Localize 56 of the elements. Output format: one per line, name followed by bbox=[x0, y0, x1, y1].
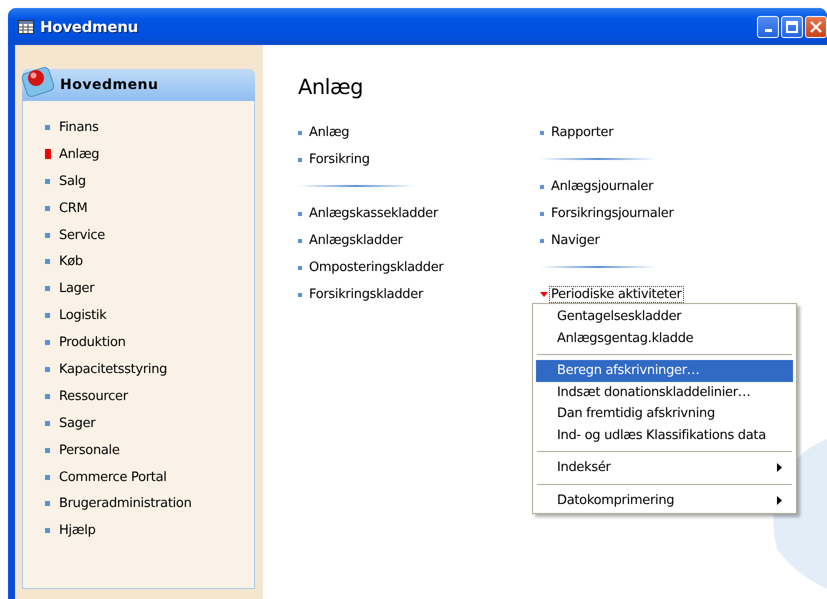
maximize-icon bbox=[786, 20, 798, 32]
menu-item[interactable]: Dan fremtidig afskrivning bbox=[536, 403, 793, 424]
sidebar-item[interactable]: Anlæg bbox=[59, 146, 100, 162]
menu-link[interactable]: Rapporter bbox=[549, 124, 616, 141]
menu-link[interactable]: Anlægskassekladder bbox=[307, 205, 440, 222]
sidebar-item[interactable]: Finans bbox=[59, 120, 99, 135]
sidebar-item[interactable]: Commerce Portal bbox=[59, 470, 167, 485]
sidebar-item[interactable]: Produktion bbox=[59, 335, 126, 350]
menu-item[interactable]: Datokomprimering bbox=[536, 490, 793, 511]
menu-item[interactable]: Indeksér bbox=[536, 457, 793, 478]
sidebar-item[interactable]: Logistik bbox=[59, 308, 106, 324]
sidebar-item[interactable]: Ressourcer bbox=[59, 388, 128, 404]
bullet-icon bbox=[298, 238, 302, 242]
sidebar-item[interactable]: CRM bbox=[59, 200, 88, 216]
sidebar-item[interactable]: Køb bbox=[59, 254, 83, 270]
menu-item[interactable]: Ind- og udlæs Klassifikations data bbox=[536, 424, 793, 446]
sidebar-item[interactable]: Salg bbox=[59, 174, 86, 189]
menu-link[interactable]: Forsikringsjournaler bbox=[549, 205, 676, 222]
menu-item[interactable]: Indsæt donationskladdelinier… bbox=[536, 382, 793, 403]
bullet-icon bbox=[298, 130, 302, 134]
bullet-icon bbox=[298, 212, 302, 216]
bullet-icon bbox=[298, 292, 302, 296]
sidebar-item[interactable]: Sager bbox=[59, 416, 96, 431]
sidebar-title: Hovedmenu bbox=[60, 77, 158, 93]
menu-item[interactable]: Gentagelseskladder bbox=[536, 306, 793, 328]
menu-link[interactable]: Naviger bbox=[549, 232, 602, 249]
sidebar-item[interactable]: Hjælp bbox=[59, 523, 96, 538]
sidebar-item[interactable]: Brugeradministration bbox=[59, 496, 192, 512]
sidebar-item[interactable]: Personale bbox=[59, 442, 120, 458]
sidebar-item[interactable]: Service bbox=[59, 228, 105, 242]
menu-item[interactable]: Beregn afskrivninger… bbox=[536, 360, 793, 382]
page-title: Anlæg bbox=[298, 75, 363, 99]
bullet-icon bbox=[298, 158, 302, 162]
menu-link[interactable]: Anlægskladder bbox=[307, 232, 405, 249]
menu-item[interactable]: Anlægsgentag.kladde bbox=[536, 328, 793, 349]
minimize-button[interactable] bbox=[757, 16, 779, 38]
bullet-icon bbox=[298, 266, 302, 270]
menu-link[interactable]: Forsikringskladder bbox=[307, 286, 425, 303]
menu-link[interactable]: Omposteringskladder bbox=[307, 259, 446, 276]
close-icon bbox=[810, 20, 822, 32]
bullet-icon bbox=[540, 238, 544, 242]
table-icon bbox=[18, 20, 34, 34]
submenu-arrow-icon bbox=[777, 463, 783, 472]
bullet-icon bbox=[540, 130, 544, 134]
sidebar-item[interactable]: Kapacitetsstyring bbox=[59, 362, 168, 377]
submenu-arrow-icon bbox=[777, 496, 783, 505]
menu-link[interactable]: Forsikring bbox=[307, 151, 372, 168]
sidebar-item[interactable]: Lager bbox=[59, 281, 94, 296]
close-button[interactable] bbox=[805, 16, 827, 38]
menu-link[interactable]: Anlægsjournaler bbox=[549, 178, 656, 195]
window-title: Hovedmenu bbox=[40, 18, 140, 36]
bullet-icon bbox=[540, 212, 544, 216]
maximize-button[interactable] bbox=[781, 16, 803, 38]
bullet-icon bbox=[540, 184, 544, 188]
minimize-icon bbox=[764, 28, 772, 32]
menu-link[interactable]: Anlæg bbox=[307, 124, 352, 141]
